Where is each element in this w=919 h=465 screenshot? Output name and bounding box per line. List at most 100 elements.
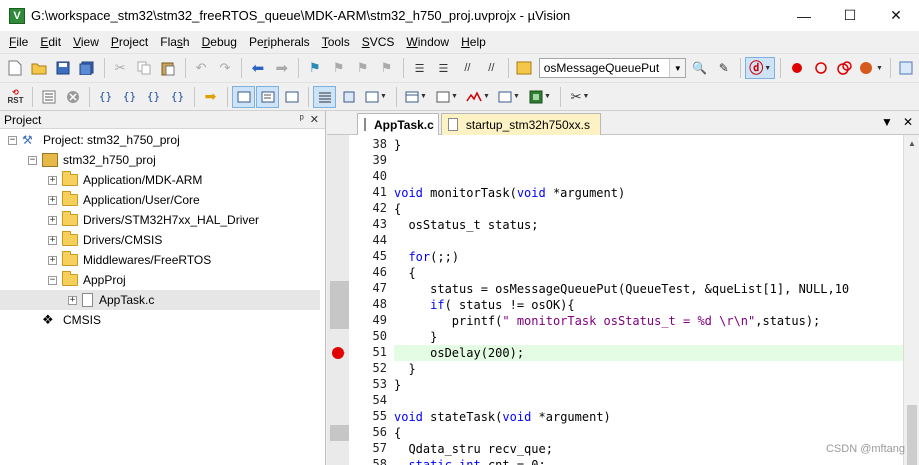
next-bookmark-icon[interactable]: ⚑	[351, 57, 374, 79]
menu-debug[interactable]: Debug	[196, 31, 243, 53]
editor-vertical-scrollbar[interactable]: ▲	[903, 135, 919, 465]
close-icon[interactable]: ✕	[310, 113, 319, 126]
clear-bookmarks-icon[interactable]: ⚑	[375, 57, 398, 79]
tree-item[interactable]: + Application/MDK-ARM	[0, 170, 202, 190]
tab-startup-stm32h750xx-s[interactable]: startup_stm32h750xx.s	[441, 113, 601, 135]
undo-icon[interactable]: ↶	[190, 57, 213, 79]
analysis-window-icon[interactable]: ▼	[463, 86, 493, 108]
cut-icon[interactable]: ✂	[109, 57, 132, 79]
tree-item[interactable]: − ⚒ Project: stm32_h750_proj	[0, 130, 180, 150]
code-view[interactable]: } void monitorTask(void *argument){ osSta…	[394, 135, 903, 465]
tree-item[interactable]: + Application/User/Core	[0, 190, 200, 210]
code-line[interactable]	[394, 153, 903, 169]
step-out-icon[interactable]: {}	[142, 86, 165, 108]
menu-peripherals[interactable]: Peripherals	[243, 31, 316, 53]
find-icon[interactable]: ✎	[712, 57, 735, 79]
pin-icon[interactable]: ᵖ	[300, 113, 304, 126]
collapse-icon[interactable]: −	[8, 135, 17, 145]
menu-window[interactable]: Window	[400, 31, 455, 53]
menu-help[interactable]: Help	[455, 31, 492, 53]
menu-edit[interactable]: Edit	[34, 31, 67, 53]
reset-cpu-icon[interactable]: ⟲ RST	[4, 86, 27, 108]
menu-svcs[interactable]: SVCS	[356, 31, 401, 53]
tree-item[interactable]: + AppTask.c	[0, 290, 320, 310]
breakpoint-current-position-icon[interactable]	[332, 347, 346, 359]
code-line[interactable]: if( status != osOK){	[394, 297, 903, 313]
menu-flash[interactable]: Flash	[154, 31, 195, 53]
copy-icon[interactable]	[133, 57, 156, 79]
menu-file[interactable]: File	[3, 31, 34, 53]
close-editor-icon[interactable]: ✕	[903, 115, 913, 129]
tree-item[interactable]: + Middlewares/FreeRTOS	[0, 250, 211, 270]
navigate-forward-icon[interactable]: ➡	[270, 57, 293, 79]
prev-bookmark-icon[interactable]: ⚑	[327, 57, 350, 79]
code-line[interactable]	[394, 233, 903, 249]
code-line[interactable]: status = osMessageQueuePut(QueueTest, &q…	[394, 281, 903, 297]
tab-apptask-c[interactable]: AppTask.c	[357, 113, 439, 135]
stop-icon[interactable]	[61, 86, 84, 108]
enable-breakpoint-icon[interactable]	[809, 57, 832, 79]
window-layout-icon[interactable]	[895, 57, 918, 79]
toolbox-icon[interactable]: ✂ ▼	[565, 86, 595, 108]
navigate-back-icon[interactable]: ⬅	[246, 57, 269, 79]
redo-icon[interactable]: ↷	[214, 57, 237, 79]
serial-window-icon[interactable]: ▼	[432, 86, 462, 108]
collapse-icon[interactable]: −	[28, 155, 37, 165]
find-in-files-icon[interactable]	[513, 57, 536, 79]
expand-icon[interactable]: +	[48, 195, 57, 205]
run-to-cursor-icon[interactable]: {}	[166, 86, 189, 108]
indent-icon[interactable]: ☰	[408, 57, 431, 79]
code-line[interactable]: void monitorTask(void *argument)	[394, 185, 903, 201]
tab-list-dropdown-icon[interactable]: ▼	[881, 115, 893, 129]
unindent-icon[interactable]: ☰	[432, 57, 455, 79]
menu-view[interactable]: View	[67, 31, 105, 53]
scrollbar-thumb[interactable]	[907, 405, 917, 465]
code-line[interactable]: static int cnt = 0;	[394, 457, 903, 465]
expand-icon[interactable]: +	[48, 255, 57, 265]
code-line[interactable]: }	[394, 361, 903, 377]
system-viewer-icon[interactable]: ▼	[525, 86, 555, 108]
code-line[interactable]: for(;;)	[394, 249, 903, 265]
symbols-window-icon[interactable]	[280, 86, 303, 108]
code-line[interactable]: void stateTask(void *argument)	[394, 409, 903, 425]
code-line[interactable]: {	[394, 201, 903, 217]
insert-breakpoint-icon[interactable]	[785, 57, 808, 79]
registers-window-icon[interactable]	[313, 85, 336, 108]
disassembly-window-icon[interactable]	[256, 85, 279, 108]
debug-session-icon[interactable]: ⓓ ▼	[745, 57, 776, 79]
tree-item[interactable]: − AppProj	[0, 270, 126, 290]
code-line[interactable]	[394, 169, 903, 185]
paste-icon[interactable]	[157, 57, 180, 79]
bookmark-icon[interactable]: ⚑	[303, 57, 326, 79]
editor-gutter[interactable]	[327, 135, 350, 465]
watch-window-icon[interactable]: ▼	[361, 86, 391, 108]
menu-project[interactable]: Project	[105, 31, 154, 53]
new-file-icon[interactable]	[4, 57, 27, 79]
incremental-find-icon[interactable]: 🔍	[688, 57, 711, 79]
trace-window-icon[interactable]: ▼	[494, 86, 524, 108]
code-line[interactable]: osStatus_t status;	[394, 217, 903, 233]
chevron-down-icon[interactable]: ▼	[669, 59, 686, 77]
tree-item[interactable]: + Drivers/CMSIS	[0, 230, 162, 250]
show-next-statement-icon[interactable]: ➡	[199, 86, 222, 108]
memory-window-icon[interactable]: ▼	[401, 86, 431, 108]
call-stack-window-icon[interactable]	[337, 86, 360, 108]
expand-icon[interactable]: +	[48, 175, 57, 185]
code-line[interactable]: osDelay(200);	[394, 345, 903, 361]
comment-icon[interactable]: //	[456, 57, 479, 79]
tree-item[interactable]: + Drivers/STM32H7xx_HAL_Driver	[0, 210, 259, 230]
kill-all-breakpoints-icon[interactable]: ▼	[857, 57, 885, 79]
save-all-icon[interactable]	[76, 57, 99, 79]
code-line[interactable]: }	[394, 137, 903, 153]
uncomment-icon[interactable]: //	[480, 57, 503, 79]
command-window-icon[interactable]	[232, 85, 255, 108]
code-line[interactable]: {	[394, 425, 903, 441]
expand-icon[interactable]: +	[48, 235, 57, 245]
collapse-icon[interactable]: −	[48, 275, 57, 285]
step-over-icon[interactable]: {}	[118, 86, 141, 108]
minimize-button[interactable]: —	[781, 0, 827, 31]
expand-icon[interactable]: +	[48, 215, 57, 225]
code-line[interactable]: }	[394, 377, 903, 393]
scroll-up-icon[interactable]: ▲	[908, 139, 916, 148]
code-line[interactable]: {	[394, 265, 903, 281]
